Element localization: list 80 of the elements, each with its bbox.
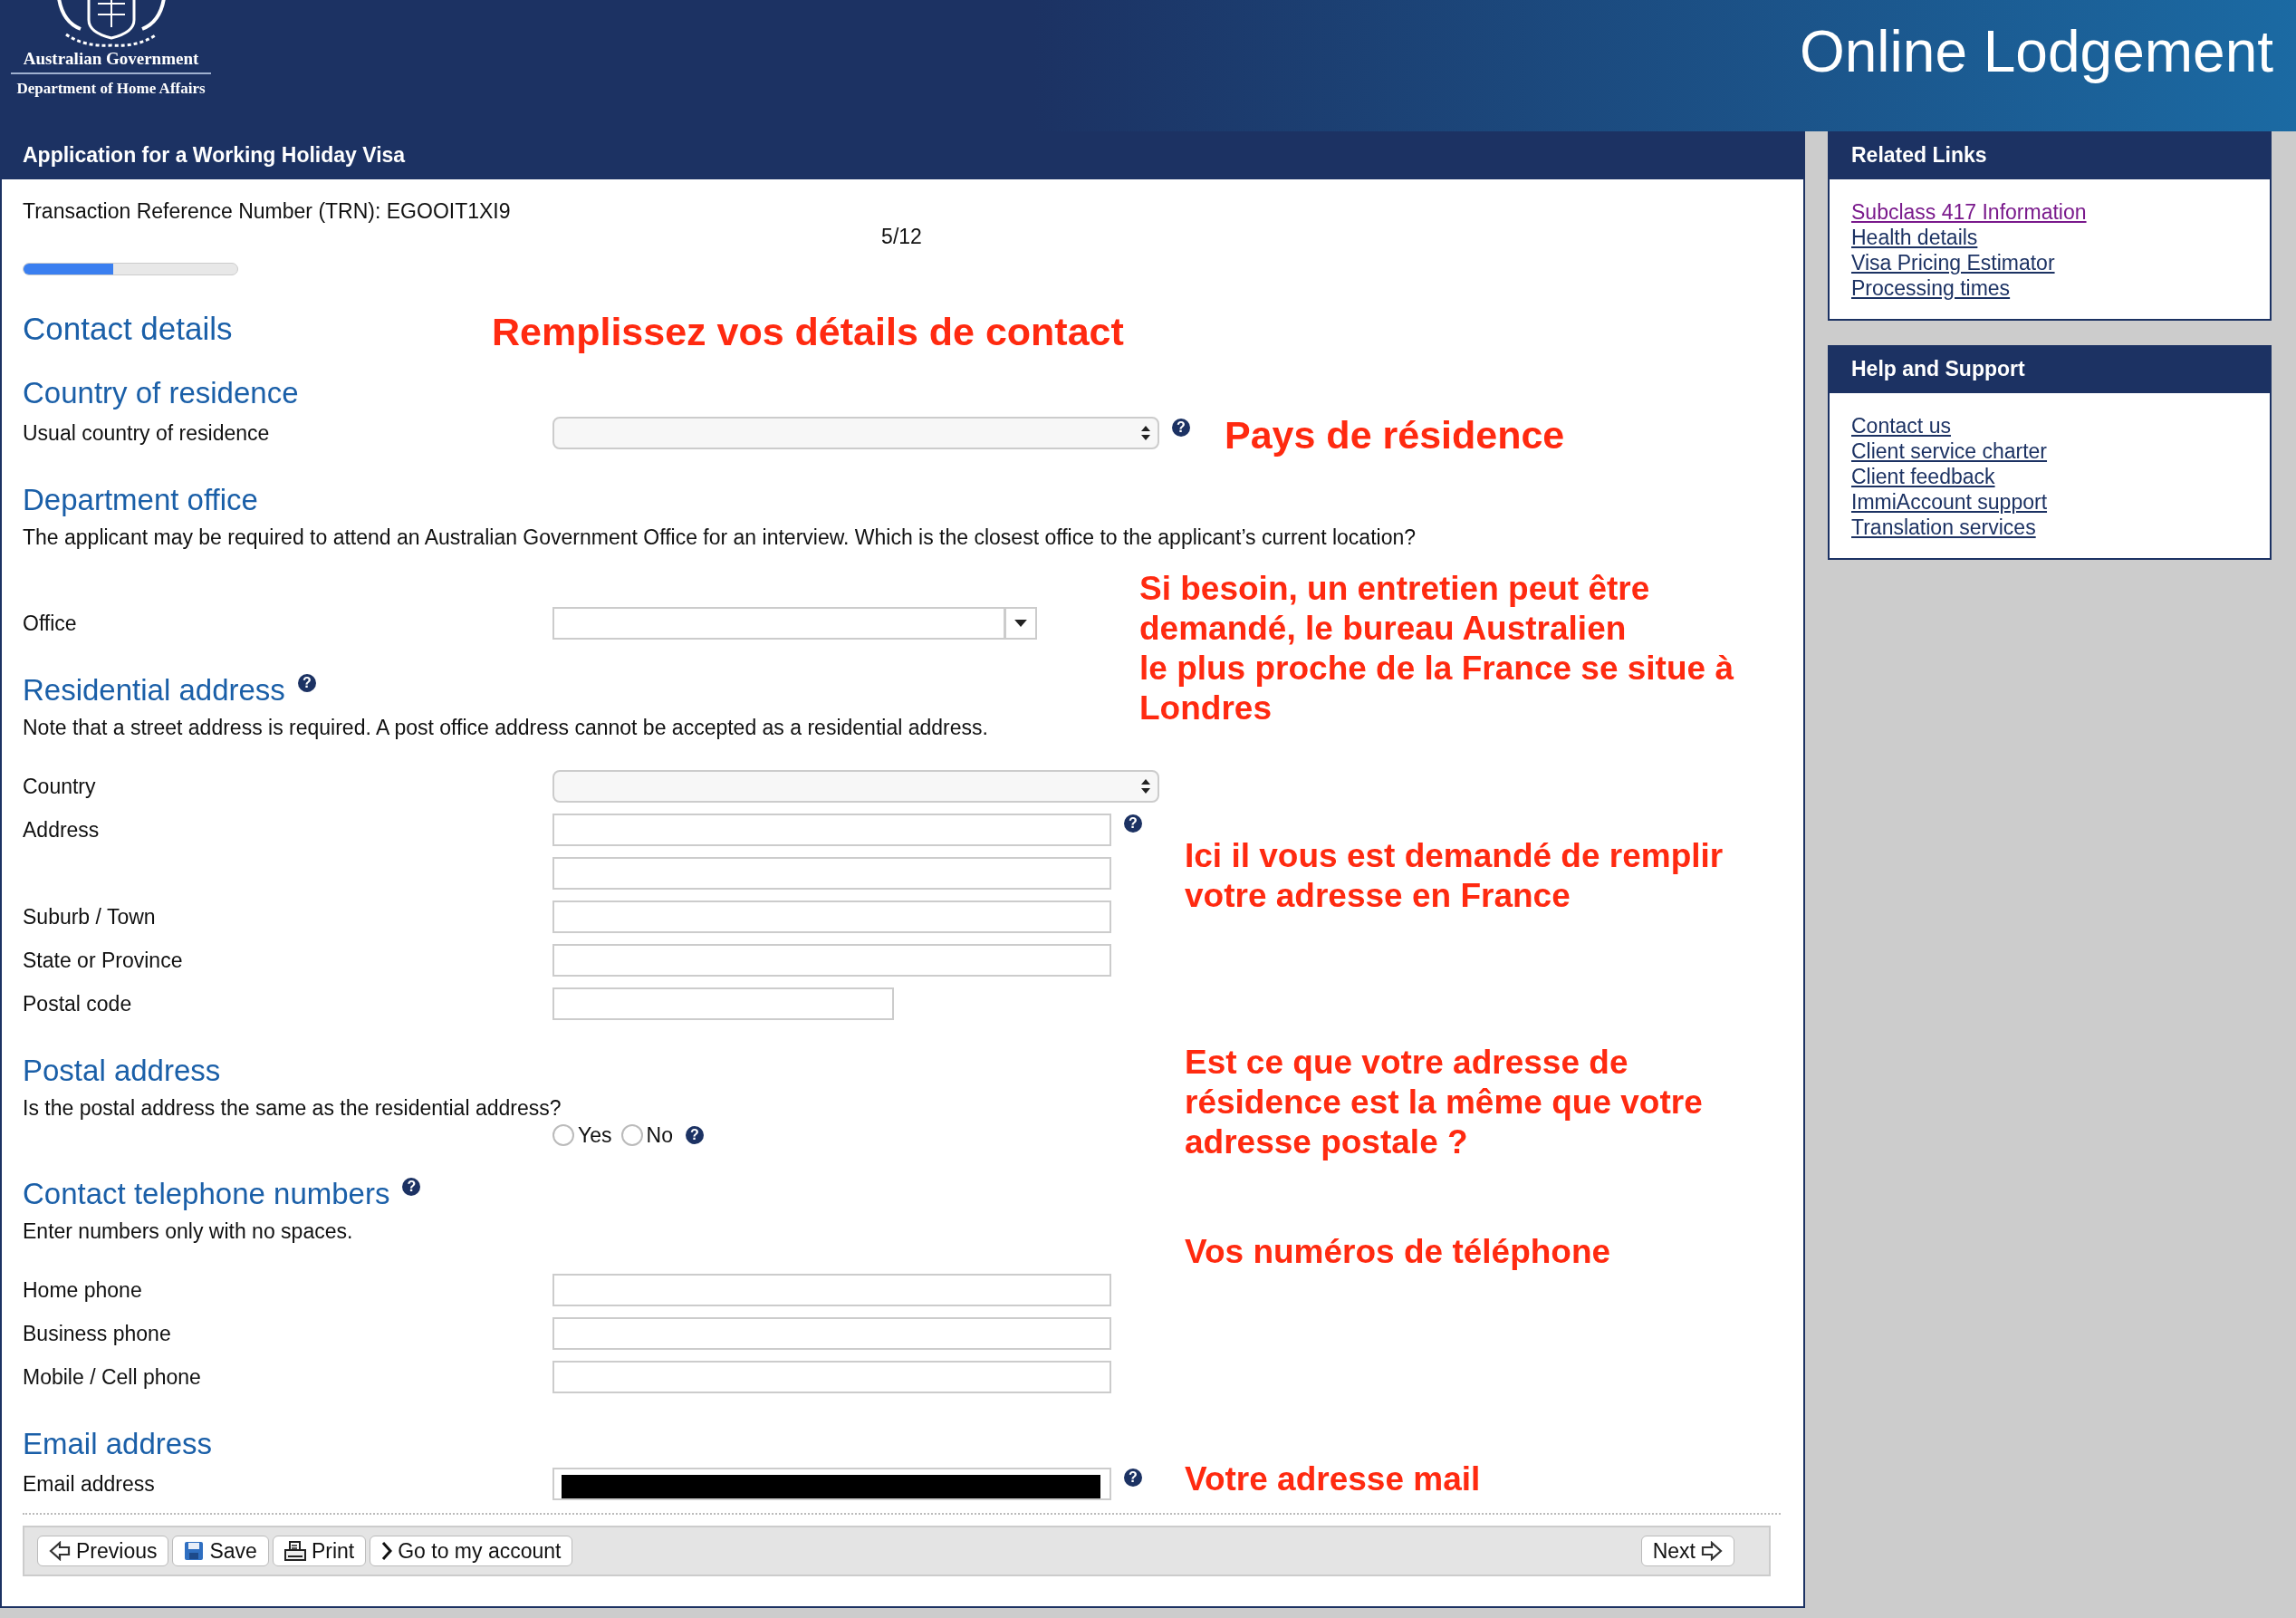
field-label: State or Province (23, 948, 183, 972)
sidebar-link[interactable]: Health details (1851, 225, 1978, 250)
section-note: Note that a street address is required. A post office address cannot be accepted as a residential address. (23, 715, 988, 741)
sidebar-link[interactable]: Subclass 417 Information (1851, 199, 2087, 225)
arrow-left-icon (49, 1541, 71, 1561)
annotation-text: Pays de résidence (1225, 415, 1565, 455)
trn-text: Transaction Reference Number (TRN): EGOOIT1XI9 (23, 199, 511, 223)
annotation-text: Ici il vous est demandé de remplir votre adresse en France (1185, 836, 1724, 916)
radio-label: Yes (578, 1122, 612, 1148)
updown-icon (1141, 779, 1150, 794)
select-field[interactable] (552, 417, 1159, 449)
sidebar-link[interactable]: Client feedback (1851, 464, 1995, 489)
field-label: Suburb / Town (23, 904, 156, 929)
dropdown-field[interactable] (552, 607, 1037, 640)
sidebar-heading: Help and Support (1830, 345, 2270, 393)
application-title: Application for a Working Holiday Visa (0, 131, 1805, 179)
field-label: Usual country of residence (23, 420, 270, 445)
radio-label: No (646, 1122, 673, 1148)
agency-name: Australian Government (10, 49, 212, 74)
input-field[interactable] (552, 1317, 1111, 1350)
next-button[interactable]: Next (1640, 1536, 1734, 1566)
input-field[interactable] (552, 857, 1111, 890)
section-heading: Contact telephone numbers (23, 1176, 390, 1212)
sidebar-heading: Related Links (1830, 131, 2270, 179)
section-heading: Email address (23, 1426, 213, 1462)
sidebar-link[interactable]: Processing times (1851, 275, 2011, 301)
input-field[interactable] (552, 987, 894, 1020)
annotation-text: Remplissez vos détails de contact (492, 312, 1124, 352)
radio-button[interactable] (620, 1124, 643, 1146)
sidebar-link[interactable]: Contact us (1851, 413, 1951, 438)
section-heading: Department office (23, 482, 258, 518)
section-note: Enter numbers only with no spaces. (23, 1218, 353, 1245)
annotation-text: Votre adresse mail (1185, 1459, 1481, 1499)
help-icon[interactable]: ? (1124, 1469, 1142, 1487)
field-label: Office (23, 611, 77, 635)
section-heading: Country of residence (23, 375, 299, 411)
printer-icon (283, 1541, 306, 1561)
annotation-text: Vos numéros de téléphone (1185, 1232, 1611, 1272)
field-label: Email address (23, 1471, 155, 1496)
annotation-text: Est ce que votre adresse de résidence est la même que votre adresse postale ? (1185, 1043, 1703, 1162)
input-field[interactable] (552, 1274, 1111, 1306)
radio-button[interactable] (552, 1124, 574, 1146)
help-icon[interactable]: ? (1172, 419, 1190, 437)
input-field[interactable] (552, 944, 1111, 977)
section-heading: Residential address (23, 672, 285, 708)
caret-icon (1014, 620, 1027, 627)
section-heading: Postal address (23, 1053, 221, 1089)
field-label: Postal code (23, 991, 132, 1016)
help-icon[interactable]: ? (1124, 814, 1142, 833)
input-field[interactable] (552, 1468, 1111, 1500)
section-note: The applicant may be required to attend an Australian Government Office for an interview. Which is the closest office to the applicant’s current location? (23, 525, 1416, 551)
input-field[interactable] (552, 1361, 1111, 1393)
help-icon[interactable]: ? (685, 1126, 704, 1144)
step-counter: 5/12 (881, 225, 922, 248)
field-label: Business phone (23, 1321, 171, 1345)
input-field[interactable] (552, 814, 1111, 846)
field-label: Country (23, 774, 96, 798)
sidebar-link[interactable]: ImmiAccount support (1851, 489, 2048, 515)
department-name: Department of Home Affairs (16, 80, 206, 98)
field-label: Address (23, 817, 100, 842)
arrow-right-icon (1701, 1541, 1723, 1561)
question-text: Is the postal address the same as the residential address? (23, 1095, 562, 1122)
page-heading: Contact details (23, 310, 233, 348)
toolbar-button[interactable]: Go to my account (370, 1536, 573, 1566)
toolbar-button[interactable]: Save (172, 1536, 269, 1566)
annotation-text: Si besoin, un entretien peut être demandé, le bureau Australien le plus proche de la France se situe à Londres (1139, 569, 1734, 728)
sidebar-link[interactable]: Translation services (1851, 515, 2036, 540)
input-field[interactable] (552, 900, 1111, 933)
toolbar-button[interactable]: Previous (37, 1536, 169, 1566)
field-label: Home phone (23, 1277, 142, 1302)
field-label: Mobile / Cell phone (23, 1364, 201, 1389)
help-icon[interactable]: ? (297, 674, 316, 692)
chevron-right-icon (381, 1541, 393, 1561)
updown-icon (1141, 426, 1150, 440)
select-field[interactable] (552, 770, 1159, 803)
help-icon[interactable]: ? (402, 1178, 421, 1196)
toolbar-button[interactable]: Print (272, 1536, 367, 1566)
sidebar-link[interactable]: Client service charter (1851, 438, 2048, 464)
sidebar-link[interactable]: Visa Pricing Estimator (1851, 250, 2055, 275)
site-title: Online Lodgement (1799, 18, 2273, 85)
